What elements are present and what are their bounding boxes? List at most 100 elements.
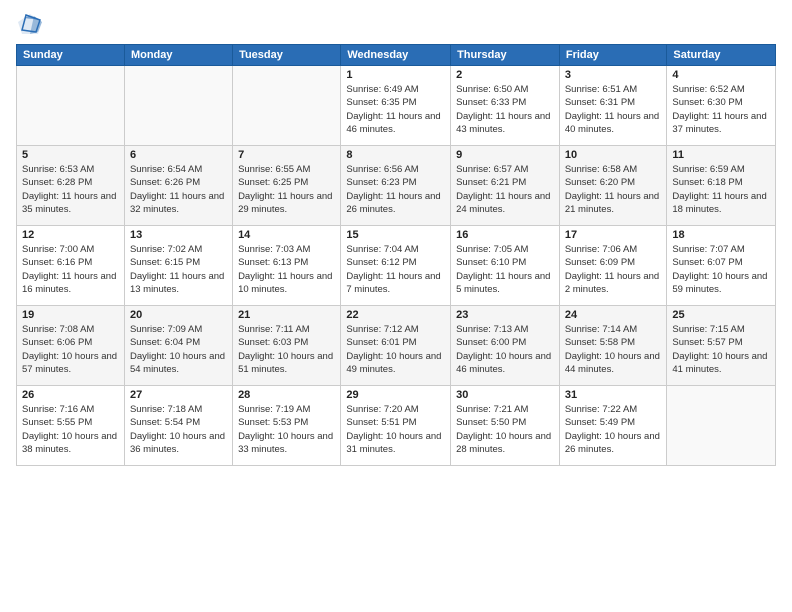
calendar-cell: 13 Sunrise: 7:02 AMSunset: 6:15 PMDaylig… <box>124 226 232 306</box>
calendar-week-row: 12 Sunrise: 7:00 AMSunset: 6:16 PMDaylig… <box>17 226 776 306</box>
calendar-cell: 15 Sunrise: 7:04 AMSunset: 6:12 PMDaylig… <box>341 226 451 306</box>
header <box>16 12 776 36</box>
day-number: 22 <box>346 309 445 321</box>
day-number: 24 <box>565 309 662 321</box>
calendar-cell: 7 Sunrise: 6:55 AMSunset: 6:25 PMDayligh… <box>233 146 341 226</box>
day-info: Sunrise: 7:04 AMSunset: 6:12 PMDaylight:… <box>346 243 445 296</box>
calendar-cell: 19 Sunrise: 7:08 AMSunset: 6:06 PMDaylig… <box>17 306 125 386</box>
day-info: Sunrise: 7:15 AMSunset: 5:57 PMDaylight:… <box>672 323 770 376</box>
calendar-week-row: 26 Sunrise: 7:16 AMSunset: 5:55 PMDaylig… <box>17 386 776 466</box>
calendar-cell: 16 Sunrise: 7:05 AMSunset: 6:10 PMDaylig… <box>451 226 560 306</box>
day-number: 17 <box>565 229 662 241</box>
calendar-weekday-sunday: Sunday <box>17 45 125 66</box>
day-number: 15 <box>346 229 445 241</box>
day-info: Sunrise: 6:49 AMSunset: 6:35 PMDaylight:… <box>346 83 445 136</box>
day-info: Sunrise: 7:03 AMSunset: 6:13 PMDaylight:… <box>238 243 335 296</box>
calendar-weekday-monday: Monday <box>124 45 232 66</box>
day-number: 10 <box>565 149 662 161</box>
calendar-cell <box>233 66 341 146</box>
day-number: 6 <box>130 149 227 161</box>
day-number: 31 <box>565 389 662 401</box>
day-number: 8 <box>346 149 445 161</box>
calendar-cell: 12 Sunrise: 7:00 AMSunset: 6:16 PMDaylig… <box>17 226 125 306</box>
day-number: 9 <box>456 149 554 161</box>
calendar-cell: 29 Sunrise: 7:20 AMSunset: 5:51 PMDaylig… <box>341 386 451 466</box>
calendar-cell: 10 Sunrise: 6:58 AMSunset: 6:20 PMDaylig… <box>559 146 667 226</box>
calendar-cell: 24 Sunrise: 7:14 AMSunset: 5:58 PMDaylig… <box>559 306 667 386</box>
day-number: 13 <box>130 229 227 241</box>
calendar-weekday-friday: Friday <box>559 45 667 66</box>
day-info: Sunrise: 6:53 AMSunset: 6:28 PMDaylight:… <box>22 163 119 216</box>
day-number: 25 <box>672 309 770 321</box>
calendar-table: SundayMondayTuesdayWednesdayThursdayFrid… <box>16 44 776 466</box>
calendar-cell: 9 Sunrise: 6:57 AMSunset: 6:21 PMDayligh… <box>451 146 560 226</box>
calendar-weekday-wednesday: Wednesday <box>341 45 451 66</box>
day-number: 4 <box>672 69 770 81</box>
calendar-cell: 28 Sunrise: 7:19 AMSunset: 5:53 PMDaylig… <box>233 386 341 466</box>
calendar-cell: 21 Sunrise: 7:11 AMSunset: 6:03 PMDaylig… <box>233 306 341 386</box>
calendar-cell: 14 Sunrise: 7:03 AMSunset: 6:13 PMDaylig… <box>233 226 341 306</box>
calendar-cell: 23 Sunrise: 7:13 AMSunset: 6:00 PMDaylig… <box>451 306 560 386</box>
calendar-cell: 1 Sunrise: 6:49 AMSunset: 6:35 PMDayligh… <box>341 66 451 146</box>
day-number: 12 <box>22 229 119 241</box>
day-info: Sunrise: 6:54 AMSunset: 6:26 PMDaylight:… <box>130 163 227 216</box>
day-info: Sunrise: 6:59 AMSunset: 6:18 PMDaylight:… <box>672 163 770 216</box>
day-info: Sunrise: 7:08 AMSunset: 6:06 PMDaylight:… <box>22 323 119 376</box>
calendar-weekday-saturday: Saturday <box>667 45 776 66</box>
calendar-cell: 30 Sunrise: 7:21 AMSunset: 5:50 PMDaylig… <box>451 386 560 466</box>
calendar-cell: 5 Sunrise: 6:53 AMSunset: 6:28 PMDayligh… <box>17 146 125 226</box>
day-info: Sunrise: 7:21 AMSunset: 5:50 PMDaylight:… <box>456 403 554 456</box>
calendar-cell: 6 Sunrise: 6:54 AMSunset: 6:26 PMDayligh… <box>124 146 232 226</box>
calendar-cell: 27 Sunrise: 7:18 AMSunset: 5:54 PMDaylig… <box>124 386 232 466</box>
day-number: 29 <box>346 389 445 401</box>
calendar-cell: 17 Sunrise: 7:06 AMSunset: 6:09 PMDaylig… <box>559 226 667 306</box>
day-info: Sunrise: 7:14 AMSunset: 5:58 PMDaylight:… <box>565 323 662 376</box>
calendar-cell: 26 Sunrise: 7:16 AMSunset: 5:55 PMDaylig… <box>17 386 125 466</box>
calendar-cell: 11 Sunrise: 6:59 AMSunset: 6:18 PMDaylig… <box>667 146 776 226</box>
day-info: Sunrise: 6:51 AMSunset: 6:31 PMDaylight:… <box>565 83 662 136</box>
logo-icon <box>16 12 44 36</box>
day-info: Sunrise: 6:56 AMSunset: 6:23 PMDaylight:… <box>346 163 445 216</box>
calendar-cell: 31 Sunrise: 7:22 AMSunset: 5:49 PMDaylig… <box>559 386 667 466</box>
calendar-week-row: 5 Sunrise: 6:53 AMSunset: 6:28 PMDayligh… <box>17 146 776 226</box>
day-number: 2 <box>456 69 554 81</box>
day-number: 7 <box>238 149 335 161</box>
page-container: SundayMondayTuesdayWednesdayThursdayFrid… <box>0 0 792 612</box>
day-info: Sunrise: 6:55 AMSunset: 6:25 PMDaylight:… <box>238 163 335 216</box>
calendar-cell <box>667 386 776 466</box>
calendar-cell: 25 Sunrise: 7:15 AMSunset: 5:57 PMDaylig… <box>667 306 776 386</box>
day-info: Sunrise: 7:20 AMSunset: 5:51 PMDaylight:… <box>346 403 445 456</box>
day-info: Sunrise: 7:16 AMSunset: 5:55 PMDaylight:… <box>22 403 119 456</box>
day-info: Sunrise: 6:50 AMSunset: 6:33 PMDaylight:… <box>456 83 554 136</box>
day-number: 21 <box>238 309 335 321</box>
day-number: 26 <box>22 389 119 401</box>
day-info: Sunrise: 7:02 AMSunset: 6:15 PMDaylight:… <box>130 243 227 296</box>
day-number: 27 <box>130 389 227 401</box>
day-number: 20 <box>130 309 227 321</box>
calendar-week-row: 1 Sunrise: 6:49 AMSunset: 6:35 PMDayligh… <box>17 66 776 146</box>
day-info: Sunrise: 7:19 AMSunset: 5:53 PMDaylight:… <box>238 403 335 456</box>
day-number: 3 <box>565 69 662 81</box>
day-info: Sunrise: 7:13 AMSunset: 6:00 PMDaylight:… <box>456 323 554 376</box>
day-number: 14 <box>238 229 335 241</box>
logo <box>16 12 48 36</box>
day-info: Sunrise: 6:58 AMSunset: 6:20 PMDaylight:… <box>565 163 662 216</box>
day-number: 19 <box>22 309 119 321</box>
calendar-cell: 22 Sunrise: 7:12 AMSunset: 6:01 PMDaylig… <box>341 306 451 386</box>
calendar-header-row: SundayMondayTuesdayWednesdayThursdayFrid… <box>17 45 776 66</box>
day-number: 28 <box>238 389 335 401</box>
calendar-weekday-tuesday: Tuesday <box>233 45 341 66</box>
calendar-cell: 18 Sunrise: 7:07 AMSunset: 6:07 PMDaylig… <box>667 226 776 306</box>
day-number: 5 <box>22 149 119 161</box>
calendar-cell: 4 Sunrise: 6:52 AMSunset: 6:30 PMDayligh… <box>667 66 776 146</box>
day-info: Sunrise: 6:52 AMSunset: 6:30 PMDaylight:… <box>672 83 770 136</box>
day-number: 16 <box>456 229 554 241</box>
day-info: Sunrise: 7:18 AMSunset: 5:54 PMDaylight:… <box>130 403 227 456</box>
day-number: 1 <box>346 69 445 81</box>
calendar-cell: 3 Sunrise: 6:51 AMSunset: 6:31 PMDayligh… <box>559 66 667 146</box>
day-info: Sunrise: 7:05 AMSunset: 6:10 PMDaylight:… <box>456 243 554 296</box>
day-info: Sunrise: 7:11 AMSunset: 6:03 PMDaylight:… <box>238 323 335 376</box>
calendar-cell <box>17 66 125 146</box>
day-info: Sunrise: 7:06 AMSunset: 6:09 PMDaylight:… <box>565 243 662 296</box>
calendar-cell: 2 Sunrise: 6:50 AMSunset: 6:33 PMDayligh… <box>451 66 560 146</box>
